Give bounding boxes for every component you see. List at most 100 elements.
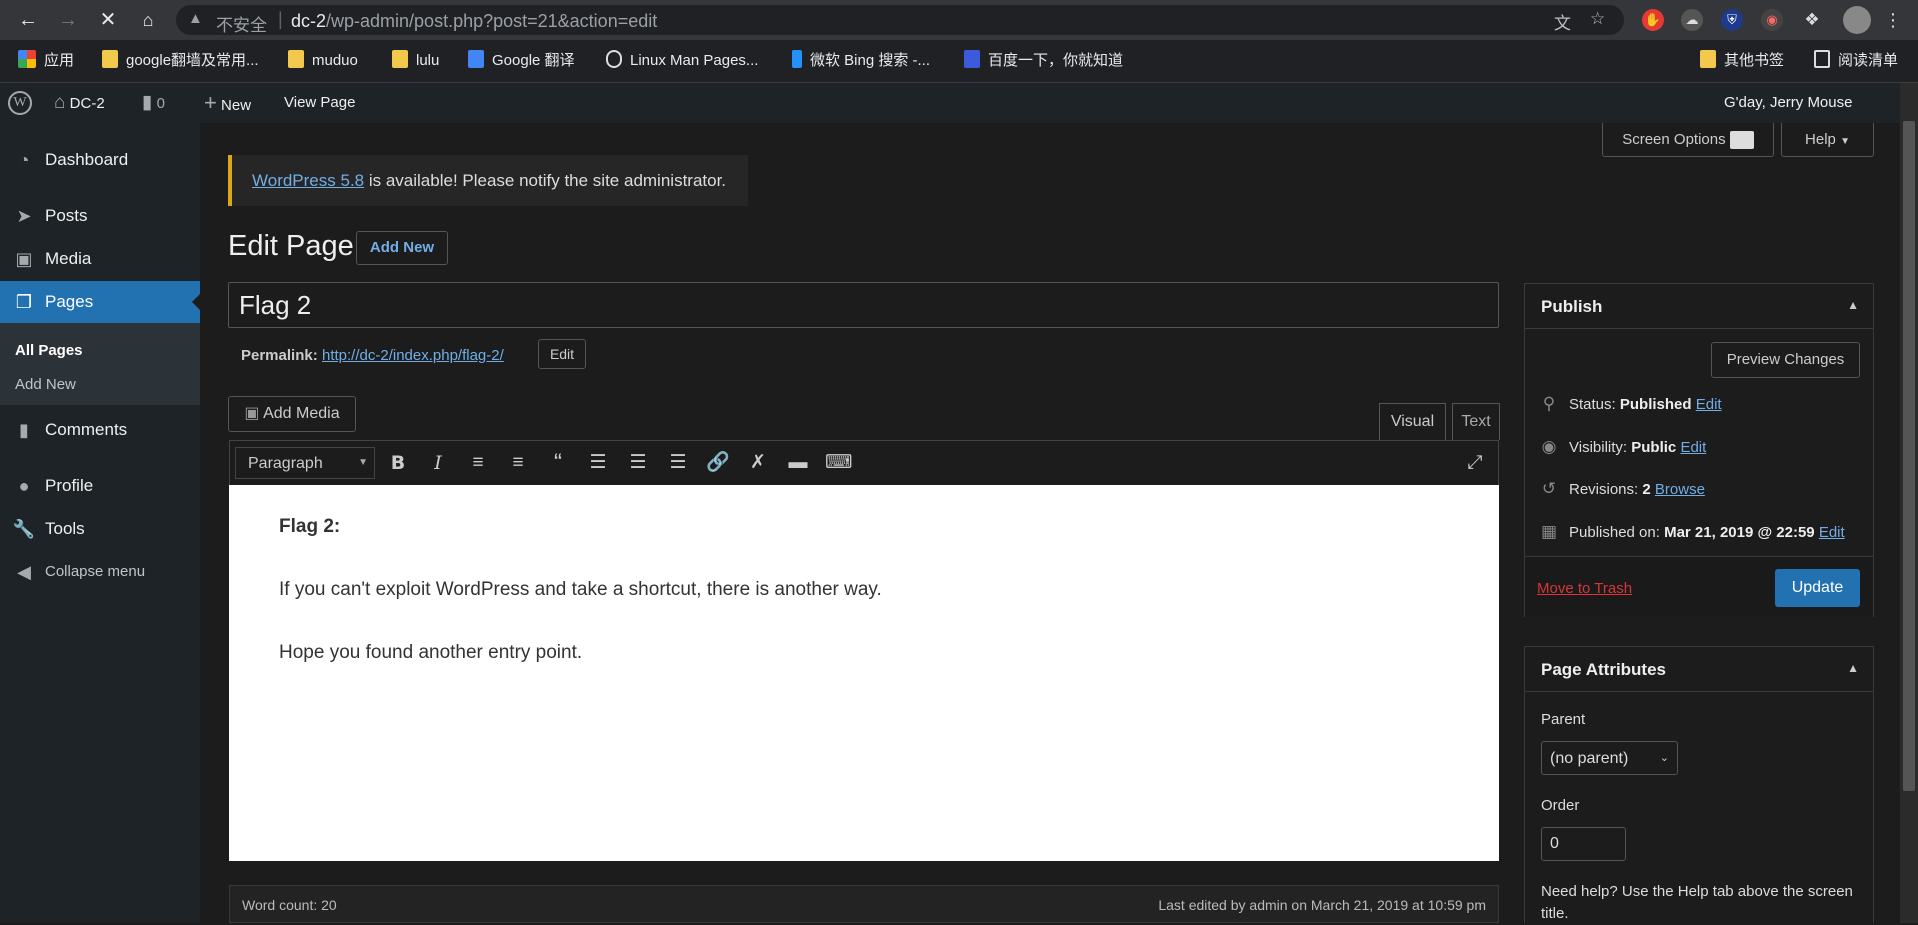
bullet-list-icon[interactable]: ≡: [465, 450, 491, 476]
sidebar-item-profile[interactable]: ● Profile: [0, 465, 200, 507]
add-new-button[interactable]: Add New: [356, 231, 448, 265]
calendar-icon: ▦: [1540, 522, 1558, 541]
bookmark-google[interactable]: google翻墙及常用...: [102, 50, 259, 72]
menu-dots-icon[interactable]: ⋮: [1882, 9, 1904, 31]
back-icon[interactable]: ←: [14, 6, 42, 34]
owl-icon[interactable]: ◉: [1761, 9, 1783, 31]
bookmark-bing[interactable]: 微软 Bing 搜索 -...: [792, 50, 930, 72]
wordpress-logo-icon[interactable]: W: [8, 83, 34, 123]
visibility-edit-link[interactable]: Edit: [1680, 439, 1706, 456]
page-attributes-header[interactable]: Page Attributes ▲: [1525, 647, 1873, 692]
toolbar-toggle-icon[interactable]: ⌨: [825, 450, 852, 476]
puzzle-icon[interactable]: ❖: [1801, 9, 1823, 31]
comment-icon: ▮: [19, 420, 29, 440]
publish-actions: Move to Trash Update: [1525, 556, 1873, 617]
permalink-url[interactable]: http://dc-2/index.php/flag-2/: [322, 347, 504, 364]
revisions-browse-link[interactable]: Browse: [1655, 481, 1705, 498]
bookmark-lulu[interactable]: lulu: [392, 50, 439, 72]
sidebar-item-dashboard[interactable]: ◔ Dashboard: [0, 139, 200, 181]
published-edit-link[interactable]: Edit: [1819, 524, 1845, 541]
caret-down-icon: ▼: [1840, 136, 1850, 147]
status-edit-link[interactable]: Edit: [1696, 396, 1722, 413]
pages-icon: ❐: [15, 292, 33, 312]
stop-loading-icon[interactable]: ✕: [94, 6, 122, 34]
wrench-icon: 🔧: [12, 519, 36, 539]
visibility-row: ◉ Visibility: Public Edit: [1537, 437, 1707, 457]
view-page-link[interactable]: View Page: [284, 83, 355, 123]
sidebar-item-pages[interactable]: ❐ Pages: [0, 281, 200, 323]
link-icon[interactable]: 🔗: [705, 450, 731, 476]
new-content-link[interactable]: + New: [204, 83, 251, 123]
editor-status-bar: Word count: 20 Last edited by admin on M…: [229, 885, 1499, 923]
bookmark-label: 百度一下，你就知道: [988, 52, 1124, 69]
sidebar-item-posts[interactable]: ➤ Posts: [0, 195, 200, 237]
linux-icon: [606, 50, 622, 68]
content-heading: Flag 2:: [279, 516, 341, 537]
tab-text[interactable]: Text: [1452, 403, 1500, 440]
bookmark-linux-man[interactable]: Linux Man Pages...: [606, 50, 758, 72]
screen-options-button[interactable]: Screen Options: [1602, 123, 1774, 157]
add-media-button[interactable]: ▣ Add Media: [228, 396, 356, 432]
extension-cloud-icon[interactable]: ☁: [1681, 9, 1703, 31]
address-bar[interactable]: ▲ 不安全 | dc-2/wp-admin/post.php?post=21&a…: [176, 5, 1624, 35]
account-greeting[interactable]: G'day, Jerry Mouse: [1724, 83, 1852, 123]
avatar[interactable]: [1843, 6, 1871, 34]
align-left-icon[interactable]: ☰: [585, 450, 611, 476]
bookmark-other[interactable]: 其他书签: [1700, 50, 1784, 72]
unlink-icon[interactable]: ✗: [745, 450, 771, 476]
format-select[interactable]: Paragraph ▼: [235, 447, 375, 479]
sidebar-item-tools[interactable]: 🔧 Tools: [0, 508, 200, 550]
baidu-icon: [964, 50, 980, 68]
scrollbar-thumb[interactable]: [1903, 121, 1915, 791]
star-icon[interactable]: ☆: [1590, 9, 1605, 29]
url-text[interactable]: dc-2/wp-admin/post.php?post=21&action=ed…: [291, 11, 657, 32]
collapse-menu[interactable]: ◀ Collapse menu: [0, 551, 200, 593]
adblock-icon[interactable]: ✋: [1642, 9, 1664, 31]
sidebar-item-media[interactable]: ▣ Media: [0, 238, 200, 280]
fullscreen-icon[interactable]: ⤢: [1462, 450, 1488, 476]
comments-link[interactable]: ▮ 0: [142, 83, 165, 123]
permalink-edit-button[interactable]: Edit: [538, 339, 586, 369]
translate-icon[interactable]: 文: [1554, 9, 1571, 34]
publish-header[interactable]: Publish ▲: [1525, 284, 1873, 329]
home-icon[interactable]: ⌂: [134, 6, 162, 34]
read-more-icon[interactable]: ▬: [785, 450, 811, 476]
blockquote-icon[interactable]: “: [545, 450, 571, 476]
shield-icon[interactable]: ⛨: [1721, 9, 1743, 31]
url-path: /wp-admin/post.php?post=21&action=edit: [326, 11, 658, 31]
content-paragraph-1: If you can't exploit WordPress and take …: [279, 579, 882, 600]
editor-toolbar: Paragraph ▼ B I ≡ ≡ “ ☰ ☰ ☰ 🔗 ✗ ▬ ⌨ ⤢: [229, 440, 1499, 485]
italic-icon[interactable]: I: [425, 450, 451, 476]
parent-select[interactable]: (no parent) ⌄: [1541, 741, 1678, 775]
bookmark-google-translate[interactable]: Google 翻译: [468, 50, 575, 72]
bookmark-baidu[interactable]: 百度一下，你就知道: [964, 50, 1123, 72]
bookmark-apps[interactable]: 应用: [18, 50, 74, 72]
forward-icon[interactable]: →: [54, 6, 82, 34]
update-button[interactable]: Update: [1775, 569, 1860, 607]
home-icon: ⌂: [54, 92, 66, 113]
bold-icon[interactable]: B: [385, 450, 411, 476]
submenu-add-new[interactable]: Add New: [15, 376, 76, 393]
sidebar-item-comments[interactable]: ▮ Comments: [0, 409, 200, 451]
preview-changes-button[interactable]: Preview Changes: [1711, 342, 1860, 378]
warning-icon: ▲: [188, 10, 203, 27]
tab-visual[interactable]: Visual: [1379, 403, 1446, 440]
collapse-arrow-icon[interactable]: ▲: [1847, 298, 1859, 312]
page-attributes-panel: Page Attributes ▲ Parent (no parent) ⌄ O…: [1524, 646, 1874, 923]
align-right-icon[interactable]: ☰: [665, 450, 691, 476]
order-input[interactable]: [1541, 827, 1626, 861]
help-button[interactable]: Help ▼: [1781, 123, 1874, 157]
title-input[interactable]: [229, 283, 1498, 327]
numbered-list-icon[interactable]: ≡: [505, 450, 531, 476]
submenu-all-pages[interactable]: All Pages: [15, 342, 83, 359]
collapse-arrow-icon[interactable]: ▲: [1847, 661, 1859, 675]
site-name-link[interactable]: ⌂ DC-2: [54, 83, 105, 123]
move-to-trash-link[interactable]: Move to Trash: [1537, 580, 1632, 597]
page-scrollbar[interactable]: [1900, 83, 1918, 923]
align-center-icon[interactable]: ☰: [625, 450, 651, 476]
notice-link[interactable]: WordPress 5.8: [252, 171, 364, 190]
bookmark-muduo[interactable]: muduo: [288, 50, 358, 72]
reading-list[interactable]: 阅读清单: [1814, 50, 1898, 72]
editor-content[interactable]: Flag 2: If you can't exploit WordPress a…: [229, 485, 1499, 861]
title-field[interactable]: [228, 282, 1499, 328]
